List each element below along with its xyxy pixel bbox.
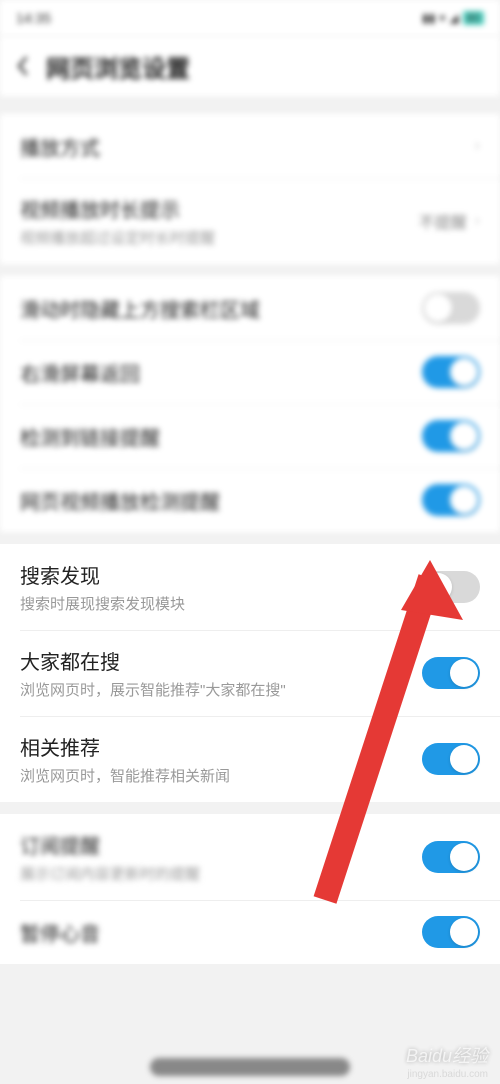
row-video-detect[interactable]: 网页视频播放检测提醒	[0, 468, 500, 532]
row-pause-sound[interactable]: 暂停心音	[0, 900, 500, 964]
label-trending-search: 大家都在搜	[20, 646, 422, 675]
row-link-detect[interactable]: 检测到链接提醒	[0, 404, 500, 468]
home-indicator	[150, 1058, 350, 1076]
toggle-subscribe-remind[interactable]	[422, 841, 480, 873]
back-icon[interactable]	[16, 56, 28, 76]
group-playback: 播放方式 › 视频播放时长提示 视频播放超过设定时长时提醒 不提醒 ›	[0, 114, 500, 264]
watermark-sub: jingyan.baidu.com	[407, 1069, 488, 1080]
row-search-discover[interactable]: 搜索发现 搜索时展现搜索发现模块	[0, 544, 500, 630]
row-swipe-back[interactable]: 右滑屏幕返回	[0, 340, 500, 404]
row-play-mode[interactable]: 播放方式 ›	[0, 114, 500, 178]
label-search-discover: 搜索发现	[20, 560, 422, 589]
row-subscribe-remind[interactable]: 订阅提醒 展示订阅内容更新时的提醒	[0, 814, 500, 900]
page-title: 网页浏览设置	[46, 49, 190, 84]
label-related-recommend: 相关推荐	[20, 732, 422, 761]
toggle-link-detect[interactable]	[422, 420, 480, 452]
page-header: 网页浏览设置	[0, 36, 500, 96]
toggle-trending-search[interactable]	[422, 657, 480, 689]
group-subscribe: 订阅提醒 展示订阅内容更新时的提醒 暂停心音	[0, 814, 500, 964]
row-related-recommend[interactable]: 相关推荐 浏览网页时，智能推荐相关新闻	[0, 716, 500, 802]
status-icons: ▮▮▾◢ 80	[422, 11, 484, 25]
row-trending-search[interactable]: 大家都在搜 浏览网页时，展示智能推荐"大家都在搜"	[0, 630, 500, 716]
watermark: Baidu经验	[406, 1042, 488, 1068]
toggle-pause-sound[interactable]	[422, 916, 480, 948]
toggle-hide-search-bar[interactable]	[422, 292, 480, 324]
status-bar: 14:35 ▮▮▾◢ 80	[0, 0, 500, 36]
row-hide-search-bar[interactable]: 滑动时隐藏上方搜索栏区域	[0, 276, 500, 340]
row-play-duration[interactable]: 视频播放时长提示 视频播放超过设定时长时提醒 不提醒 ›	[0, 178, 500, 264]
chevron-right-icon: ›	[475, 137, 480, 155]
status-time: 14:35	[16, 10, 51, 26]
toggle-swipe-back[interactable]	[422, 356, 480, 388]
toggle-related-recommend[interactable]	[422, 743, 480, 775]
chevron-right-icon: ›	[475, 212, 480, 230]
toggle-video-detect[interactable]	[422, 484, 480, 516]
group-search-recommend: 搜索发现 搜索时展现搜索发现模块 大家都在搜 浏览网页时，展示智能推荐"大家都在…	[0, 544, 500, 802]
group-scroll: 滑动时隐藏上方搜索栏区域 右滑屏幕返回 检测到链接提醒 网页视频播放检测提醒	[0, 276, 500, 532]
toggle-search-discover[interactable]	[422, 571, 480, 603]
